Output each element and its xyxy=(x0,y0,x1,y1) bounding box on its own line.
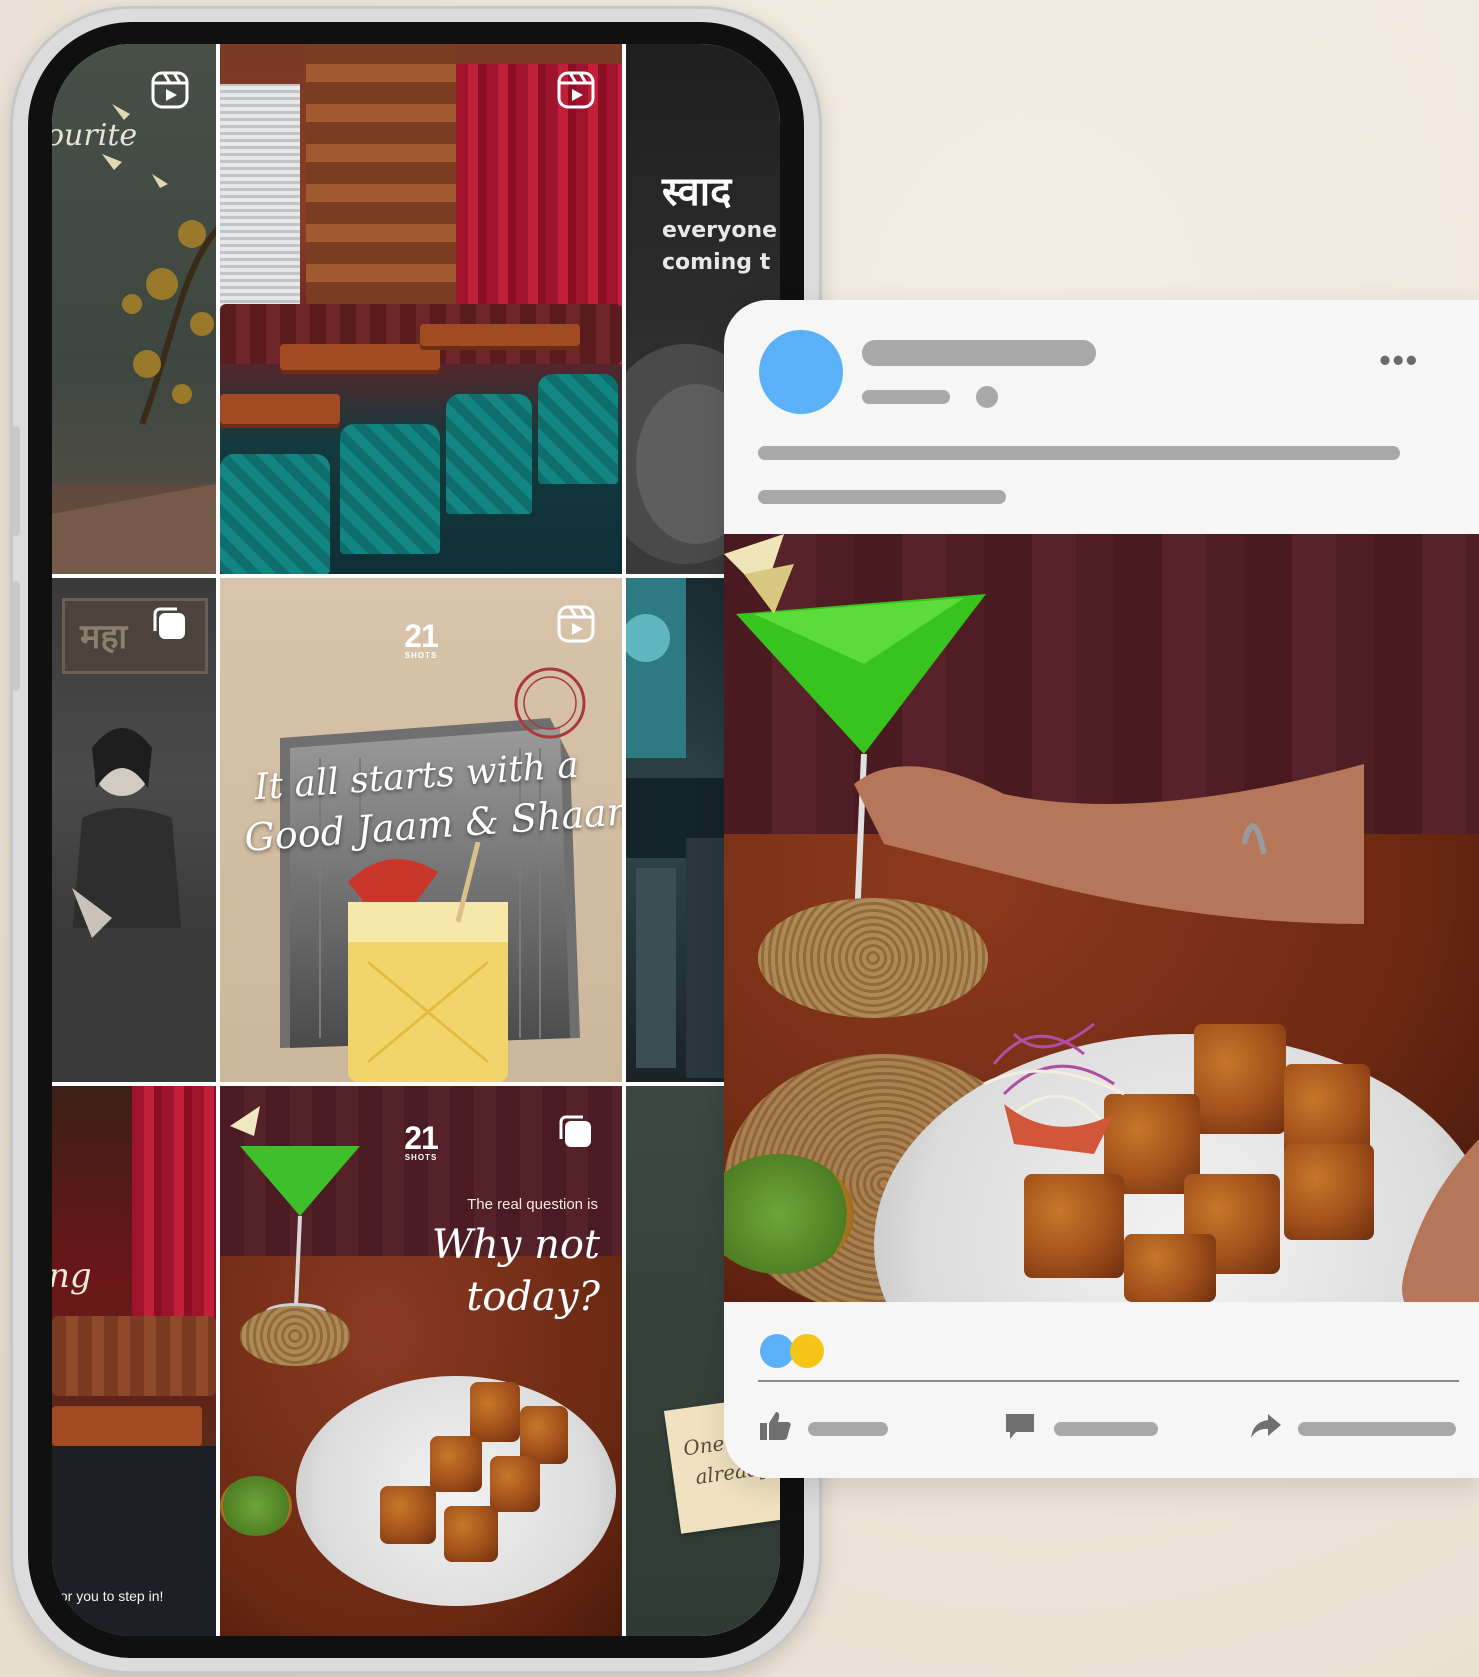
teal-chair xyxy=(446,394,532,514)
avatar[interactable] xyxy=(759,330,843,414)
onion-salad xyxy=(983,1022,1125,1154)
paneer-tikka xyxy=(1124,1234,1216,1302)
share-button[interactable] xyxy=(1248,1406,1468,1450)
like-label-placeholder xyxy=(808,1422,888,1436)
phone-volume-button xyxy=(12,581,20,691)
carousel-icon xyxy=(153,607,185,639)
carousel-icon xyxy=(559,1115,591,1147)
more-options-button[interactable]: ••• xyxy=(1379,344,1419,376)
like-icon xyxy=(760,1412,791,1440)
vintage-woman-photo xyxy=(52,728,216,1082)
profile-grid: ourite स्वाद everyone coming t महा 21 SH… xyxy=(52,44,780,1636)
caption-placeholder xyxy=(758,490,1006,504)
tile-hindi-title: स्वाद xyxy=(662,169,732,215)
paneer-tikka xyxy=(490,1456,540,1512)
reel-icon xyxy=(151,71,189,109)
reel-icon xyxy=(557,71,595,109)
paneer-tikka xyxy=(1284,1144,1374,1240)
coaster xyxy=(240,1306,350,1366)
red-curtain xyxy=(132,1086,216,1346)
reel-icon xyxy=(557,605,595,643)
green-cocktail xyxy=(230,1106,360,1319)
tile-caption: for you to step in! xyxy=(56,1588,164,1604)
share-icon xyxy=(1251,1414,1281,1438)
grid-tile[interactable]: 21 SHOTS It all starts with a Good Jaam … xyxy=(220,578,622,1082)
chutney-bowl xyxy=(220,1476,292,1536)
share-label-placeholder xyxy=(1298,1422,1456,1436)
love-reaction-icon[interactable] xyxy=(790,1334,824,1368)
cocktail-photo xyxy=(348,842,508,1082)
caption-placeholder xyxy=(758,446,1400,460)
logo-number: 21 xyxy=(404,1120,439,1156)
author-name-placeholder xyxy=(862,340,1096,366)
like-reaction-icon[interactable] xyxy=(760,1334,794,1368)
window-blind xyxy=(220,84,300,314)
table xyxy=(280,344,440,370)
tile-script-text: ng xyxy=(52,1256,92,1296)
comment-label-placeholder xyxy=(1054,1422,1158,1436)
hand-arm xyxy=(854,764,1364,924)
tile-script-headline: today? xyxy=(466,1274,600,1320)
comment-icon xyxy=(1006,1414,1034,1439)
floor xyxy=(52,1446,216,1636)
paneer-tikka xyxy=(430,1436,482,1492)
tile-question: The real question is xyxy=(467,1196,598,1213)
brand-logo: 21 SHOTS xyxy=(396,1122,446,1162)
leather-booth xyxy=(52,1316,216,1396)
tile-script-text: ourite xyxy=(52,118,138,153)
table xyxy=(220,394,340,424)
paneer-tikka xyxy=(444,1506,498,1562)
grid-tile[interactable]: ng for you to step in! xyxy=(52,1086,216,1636)
tile-text-line: coming t xyxy=(662,250,771,275)
teal-chair xyxy=(538,374,618,484)
grid-tile[interactable]: महा xyxy=(52,578,216,1082)
paneer-tikka xyxy=(380,1486,436,1544)
table xyxy=(420,324,580,346)
grid-tile[interactable]: 21 SHOTS The real question is Why not to… xyxy=(220,1086,622,1636)
teal-chair xyxy=(340,424,440,554)
phone-volume-button xyxy=(12,426,20,536)
paneer-tikka xyxy=(1024,1174,1124,1278)
grid-tile[interactable] xyxy=(220,44,622,574)
instagram-grid-screen: ourite स्वाद everyone coming t महा 21 SH… xyxy=(52,44,780,1636)
timestamp-placeholder xyxy=(862,390,950,404)
grid-tile[interactable]: ourite xyxy=(52,44,216,574)
post-footer xyxy=(724,1302,1479,1478)
comment-button[interactable] xyxy=(1002,1406,1182,1450)
hand xyxy=(1402,1139,1479,1302)
paneer-tikka xyxy=(470,1382,520,1442)
post-photo[interactable] xyxy=(724,534,1479,1302)
teal-chair xyxy=(220,454,330,574)
phone-frame: ourite स्वाद everyone coming t महा 21 SH… xyxy=(10,6,822,1674)
wood-wall-panel xyxy=(306,44,456,304)
privacy-icon xyxy=(976,386,998,408)
like-button[interactable] xyxy=(758,1406,918,1450)
paneer-tikka xyxy=(1194,1024,1286,1134)
tile-text-line: everyone xyxy=(662,218,778,243)
table xyxy=(52,1406,202,1446)
tile-script-headline: Why not xyxy=(431,1222,600,1268)
footer-divider xyxy=(758,1380,1459,1382)
shop-sign-text: महा xyxy=(80,617,128,657)
phone-bezel: ourite स्वाद everyone coming t महा 21 SH… xyxy=(28,22,804,1658)
social-post-card: ••• xyxy=(724,300,1479,1478)
